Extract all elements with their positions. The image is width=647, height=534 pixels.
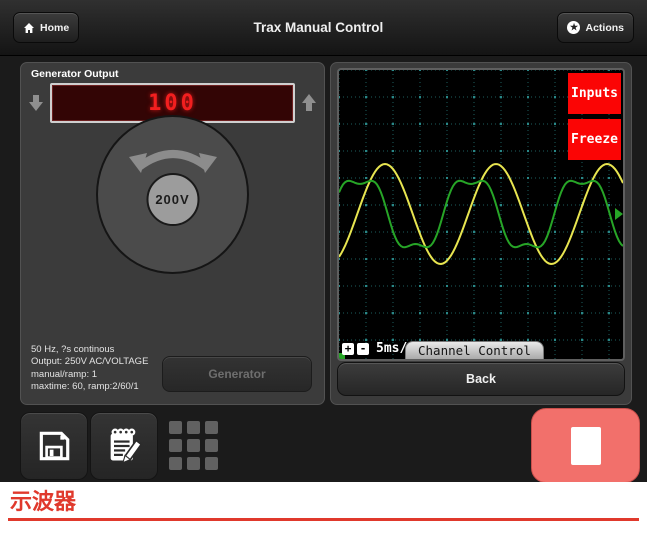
grid-menu-icon xyxy=(169,421,218,470)
actions-button[interactable]: ★ Actions xyxy=(557,12,634,43)
generator-status-text: 50 Hz, ?s continous Output: 250V AC/VOLT… xyxy=(31,344,148,394)
app-window: Home Trax Manual Control ★ Actions Gener… xyxy=(0,0,647,482)
increase-button[interactable] xyxy=(299,88,319,118)
save-floppy-icon xyxy=(35,427,73,465)
status-line: 50 Hz, ?s continous xyxy=(31,344,148,357)
back-button[interactable]: Back xyxy=(337,362,625,396)
generator-button[interactable]: Generator xyxy=(162,356,312,392)
knob-area: 200V xyxy=(21,115,324,274)
arrow-down-icon xyxy=(28,93,44,113)
generator-output-label: Generator Output xyxy=(31,68,119,80)
home-button[interactable]: Home xyxy=(13,12,79,43)
star-icon: ★ xyxy=(567,21,580,34)
edit-notes-button[interactable] xyxy=(90,412,158,480)
page-caption: 示波器 xyxy=(10,490,647,514)
arrow-up-icon xyxy=(301,93,317,113)
status-line: Output: 250V AC/VOLTAGE xyxy=(31,356,148,369)
stop-button[interactable] xyxy=(531,408,640,482)
status-line: maxtime: 60, ramp:2/60/1 xyxy=(31,381,148,394)
caption-underline xyxy=(8,518,639,521)
top-bar: Home Trax Manual Control ★ Actions xyxy=(0,0,647,56)
voltage-knob[interactable]: 200V xyxy=(96,115,249,274)
generator-panel: Generator Output 100 xyxy=(20,62,325,405)
led-display-value: 100 xyxy=(148,91,197,116)
actions-button-label: Actions xyxy=(585,22,624,34)
grid-menu-button[interactable] xyxy=(160,412,226,478)
waveform-channel-1 xyxy=(339,164,623,264)
channel-marker-icon xyxy=(615,208,623,220)
status-line: manual/ramp: 1 xyxy=(31,369,148,382)
knob-value[interactable]: 200V xyxy=(146,173,199,226)
home-icon xyxy=(23,22,35,34)
save-button[interactable] xyxy=(20,412,88,480)
waveform-channel-2 xyxy=(339,181,623,247)
timebase-decrease-button[interactable]: - xyxy=(357,343,369,355)
notes-edit-icon xyxy=(104,426,144,466)
freeze-button[interactable]: Freeze xyxy=(568,119,621,160)
scope-screen[interactable]: Inputs Freeze + - 5ms/div Channel Contro… xyxy=(337,68,625,361)
stop-icon xyxy=(571,427,601,465)
decrease-button[interactable] xyxy=(26,88,46,118)
rotate-arrow-icon xyxy=(125,139,221,177)
timebase-increase-button[interactable]: + xyxy=(342,343,354,355)
home-button-label: Home xyxy=(40,22,69,34)
page-title: Trax Manual Control xyxy=(79,20,557,35)
oscilloscope-panel: Inputs Freeze + - 5ms/div Channel Contro… xyxy=(330,62,632,405)
channel-control-tab[interactable]: Channel Control xyxy=(405,341,544,359)
inputs-button[interactable]: Inputs xyxy=(568,73,621,114)
